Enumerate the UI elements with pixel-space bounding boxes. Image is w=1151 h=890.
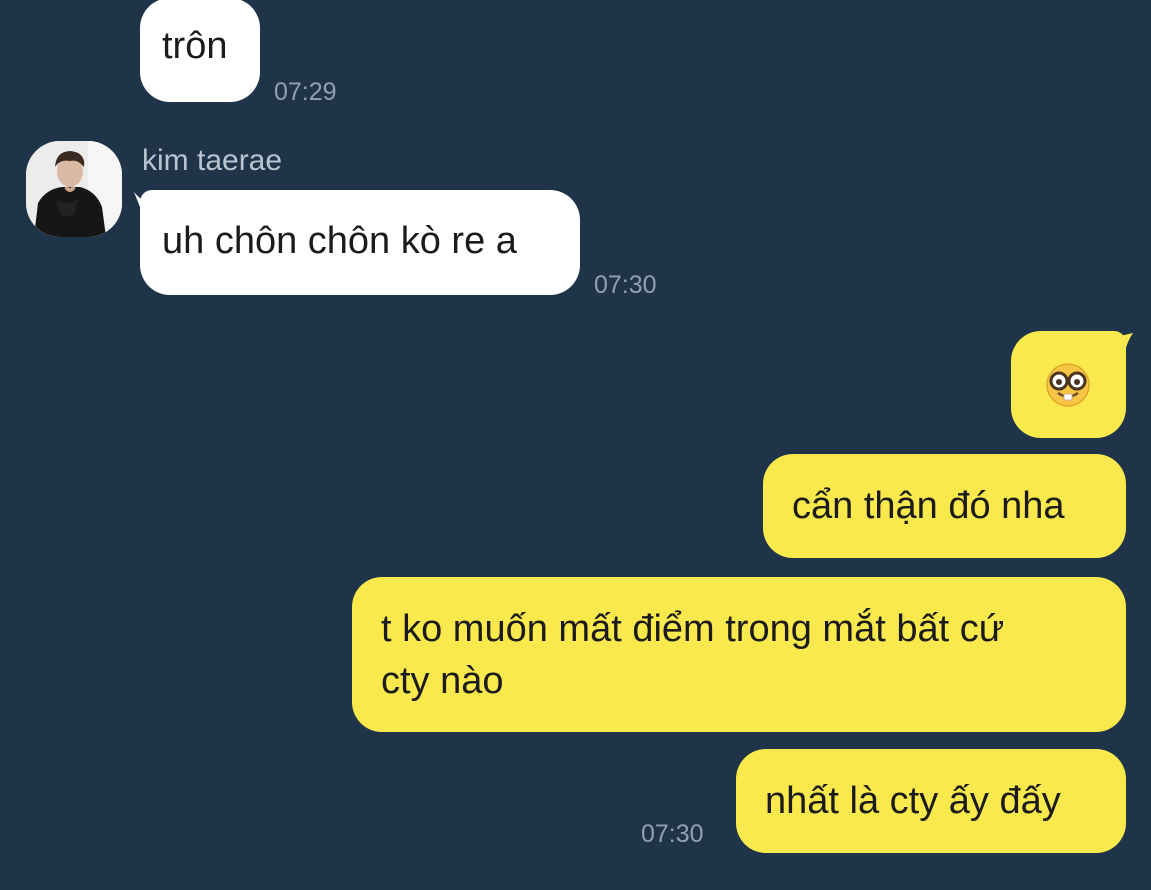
message-bubble-outgoing[interactable]: t ko muốn mất điểm trong mắt bất cứ cty … bbox=[352, 577, 1126, 732]
message-text: nhất là cty ấy đấy bbox=[765, 780, 1061, 822]
message-bubble-incoming[interactable]: uh chôn chôn kò re a bbox=[140, 190, 580, 295]
profile-photo-icon bbox=[26, 141, 122, 237]
message-text-line: t ko muốn mất điểm trong mắt bất cứ bbox=[381, 608, 1005, 650]
message-timestamp: 07:30 bbox=[641, 820, 704, 848]
nerd-face-emoji-icon bbox=[1046, 363, 1090, 407]
message-timestamp: 07:29 bbox=[274, 78, 337, 106]
message-text: trôn bbox=[162, 25, 228, 67]
message-text: cẩn thận đó nha bbox=[792, 485, 1065, 527]
message-timestamp: 07:30 bbox=[594, 271, 657, 299]
message-bubble-outgoing[interactable]: cẩn thận đó nha bbox=[763, 454, 1126, 558]
message-text-line: cty nào bbox=[381, 660, 504, 702]
message-bubble-outgoing[interactable] bbox=[1011, 331, 1126, 438]
message-text: uh chôn chôn kò re a bbox=[162, 220, 517, 262]
avatar[interactable] bbox=[26, 141, 122, 237]
message-bubble-incoming[interactable]: trôn bbox=[140, 0, 260, 102]
sender-name[interactable]: kim taerae bbox=[142, 143, 282, 179]
message-bubble-outgoing[interactable]: nhất là cty ấy đấy bbox=[736, 749, 1126, 853]
